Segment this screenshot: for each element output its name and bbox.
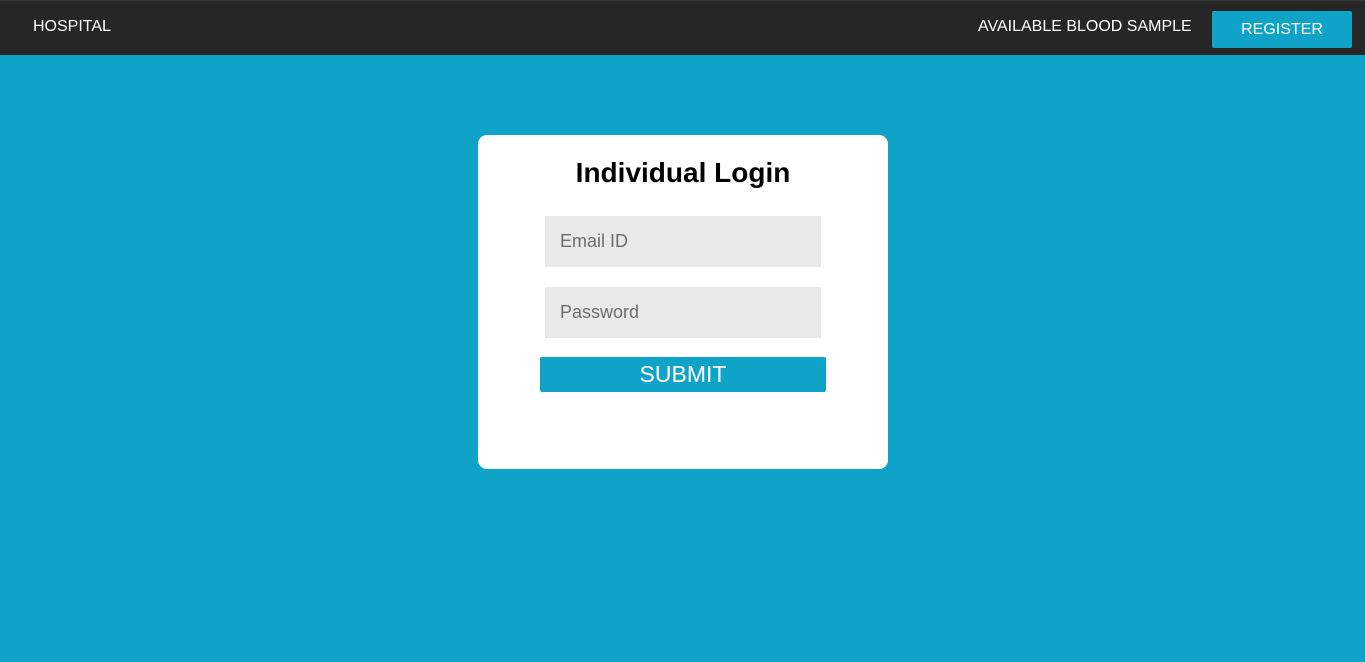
- password-field[interactable]: [545, 287, 821, 338]
- available-blood-sample-link[interactable]: AVAILABLE BLOOD SAMPLE: [978, 18, 1192, 36]
- register-button[interactable]: REGISTER: [1212, 11, 1352, 48]
- submit-button[interactable]: SUBMIT: [540, 357, 826, 392]
- top-navbar: HOSPITAL AVAILABLE BLOOD SAMPLE REGISTER: [0, 0, 1365, 55]
- login-title: Individual Login: [575, 157, 791, 188]
- login-card: Individual Login SUBMIT: [478, 135, 888, 469]
- brand-link[interactable]: HOSPITAL: [33, 18, 111, 36]
- email-field[interactable]: [545, 216, 821, 267]
